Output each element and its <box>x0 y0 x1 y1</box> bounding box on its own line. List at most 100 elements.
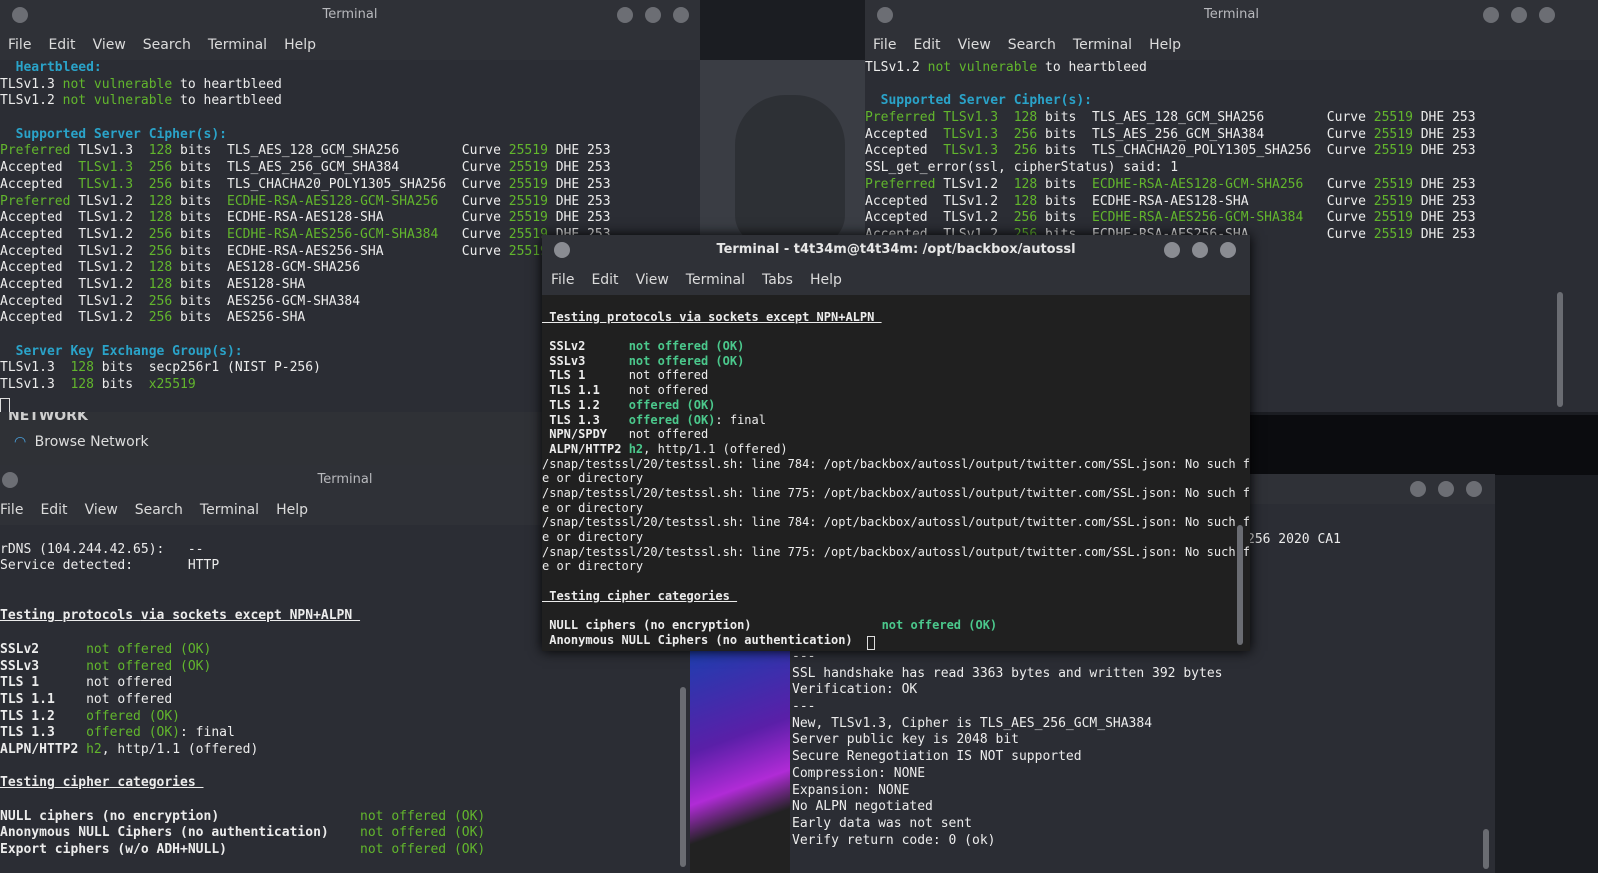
close-button[interactable] <box>1539 7 1555 23</box>
menu-edit[interactable]: Edit <box>48 30 75 60</box>
line-segment: not vulnerable <box>62 76 173 92</box>
menu-help[interactable]: Help <box>1149 30 1181 60</box>
line-segment: h2 <box>86 741 102 757</box>
terminal-line: SSL handshake has read 3363 bytes and wr… <box>792 666 1495 683</box>
menu-terminal[interactable]: Terminal <box>208 30 267 60</box>
terminal-line: ALPN/HTTP2 h2, http/1.1 (offered) <box>542 442 1250 457</box>
line-segment: not offered <box>86 675 173 691</box>
menu-view[interactable]: View <box>85 495 118 525</box>
menu-edit[interactable]: Edit <box>913 30 940 60</box>
line-segment: Accepted TLSv1.2 <box>0 260 149 276</box>
maximize-button[interactable] <box>1511 7 1527 23</box>
window-menu-button[interactable] <box>877 7 893 23</box>
menu-terminal[interactable]: Terminal <box>200 495 259 525</box>
terminal-output[interactable]: Testing protocols via sockets except NPN… <box>542 295 1250 651</box>
terminal-window-active[interactable]: Terminal - t4t34m@t4t34m: /opt/backbox/a… <box>542 235 1250 651</box>
terminal-line: e or directory <box>542 530 1250 545</box>
window-menu-button[interactable] <box>12 7 28 23</box>
line-segment: 25519 <box>508 176 548 192</box>
window-menu-button[interactable] <box>2 472 18 488</box>
title-bar[interactable]: Terminal - t4t34m@t4t34m: /opt/backbox/a… <box>542 235 1250 265</box>
terminal-line: SSLv3 not offered (OK) <box>0 659 690 676</box>
title-bar[interactable]: Terminal <box>865 0 1598 30</box>
maximize-button[interactable] <box>1438 481 1454 497</box>
menu-help[interactable]: Help <box>276 495 308 525</box>
line-segment: TLS 1.2 <box>0 708 87 724</box>
line-segment: bits <box>1037 176 1093 192</box>
menu-edit[interactable]: Edit <box>40 495 67 525</box>
menu-view[interactable]: View <box>93 30 126 60</box>
menu-file[interactable]: File <box>551 265 574 295</box>
terminal-line: TLS 1.1 not offered <box>542 383 1250 398</box>
minimize-button[interactable] <box>617 7 633 23</box>
scrollbar[interactable] <box>1483 829 1489 869</box>
line-segment: New, TLSv1.3, Cipher is TLS_AES_256_GCM_… <box>792 715 1153 731</box>
line-segment: bits <box>93 377 149 393</box>
line-segment: ECDHE-RSA-AES128-GCM-SHA256 <box>227 193 439 209</box>
line-segment: TLSv1.3 <box>0 377 71 393</box>
line-segment: bits <box>1037 210 1092 226</box>
line-segment: bits ECDHE-RSA-AES256-SHA Curve <box>172 243 509 259</box>
menu-search[interactable]: Search <box>143 30 191 60</box>
minimize-button[interactable] <box>1410 481 1426 497</box>
close-button[interactable] <box>673 7 689 23</box>
line-segment: --- <box>792 699 816 715</box>
line-segment: TLS 1.1 <box>542 383 629 398</box>
maximize-button[interactable] <box>645 7 661 23</box>
minimize-button[interactable] <box>1164 242 1180 258</box>
terminal-line: SSLv3 not offered (OK) <box>542 354 1250 369</box>
line-segment <box>998 143 1014 158</box>
title-bar[interactable]: Terminal <box>0 0 700 30</box>
terminal-line: /snap/testssl/20/testssl.sh: line 784: /… <box>542 457 1250 472</box>
line-segment: Accepted TLSv1.2 <box>865 193 1014 209</box>
terminal-line: Heartbleed: <box>0 60 700 77</box>
line-segment: bits ECDHE-RSA-AES128-SHA Curve <box>172 210 509 226</box>
menu-view[interactable]: View <box>636 265 669 295</box>
line-segment: SSLv2 <box>542 339 629 354</box>
line-segment: TLS 1 <box>0 675 87 691</box>
menu-file[interactable]: File <box>873 30 896 60</box>
line-segment: 128 <box>1013 110 1038 126</box>
terminal-line: Compression: NONE <box>792 766 1495 783</box>
line-segment: 256 <box>1013 143 1038 159</box>
menu-file[interactable]: File <box>8 30 31 60</box>
browse-network-item[interactable]: ◠ Browse Network <box>14 434 149 450</box>
menu-help[interactable]: Help <box>284 30 316 60</box>
window-menu-button[interactable] <box>554 242 570 258</box>
line-segment: TLS 1.3 <box>542 412 629 427</box>
minimize-button[interactable] <box>1483 7 1499 23</box>
line-segment: /snap/testssl/20/testssl.sh: line 784: /… <box>542 456 1250 471</box>
terminal-line: Preferred TLSv1.3 128 bits TLS_AES_128_G… <box>865 110 1598 127</box>
line-segment: Anonymous NULL Ciphers (no authenticatio… <box>542 632 882 647</box>
line-segment: DHE 253 <box>547 210 611 226</box>
line-segment: 128 <box>148 193 173 209</box>
menu-search[interactable]: Search <box>135 495 183 525</box>
close-button[interactable] <box>1220 242 1236 258</box>
menu-search[interactable]: Search <box>1008 30 1056 60</box>
line-segment: DHE 253 <box>1412 210 1476 226</box>
line-segment: Curve <box>438 226 509 242</box>
openssl-output[interactable]: --- SSL handshake has read 3363 bytes and… <box>792 649 1495 873</box>
wifi-icon: ◠ <box>14 434 27 450</box>
menu-file[interactable]: File <box>0 495 23 525</box>
scrollbar[interactable] <box>680 687 686 867</box>
menu-terminal[interactable]: Terminal <box>1073 30 1132 60</box>
terminal-line: NULL ciphers (no encryption) not offered… <box>0 809 690 826</box>
scrollbar[interactable] <box>1237 525 1243 645</box>
menu-view[interactable]: View <box>958 30 991 60</box>
line-segment: TLSv1.2 <box>935 176 1014 192</box>
close-button[interactable] <box>1466 481 1482 497</box>
menu-terminal[interactable]: Terminal <box>686 265 745 295</box>
line-segment: TLSv1.3 <box>943 110 999 126</box>
line-segment: 256 <box>148 226 173 242</box>
maximize-button[interactable] <box>1192 242 1208 258</box>
line-segment: SSLv3 <box>0 658 87 674</box>
scrollbar[interactable] <box>1557 292 1563 407</box>
line-segment: rDNS (104.244.42.65): -- <box>0 541 204 557</box>
line-segment: 25519 <box>1373 226 1413 242</box>
menu-tabs[interactable]: Tabs <box>762 265 793 295</box>
menu-help[interactable]: Help <box>810 265 842 295</box>
menu-edit[interactable]: Edit <box>591 265 618 295</box>
line-segment: Preferred <box>865 176 936 192</box>
